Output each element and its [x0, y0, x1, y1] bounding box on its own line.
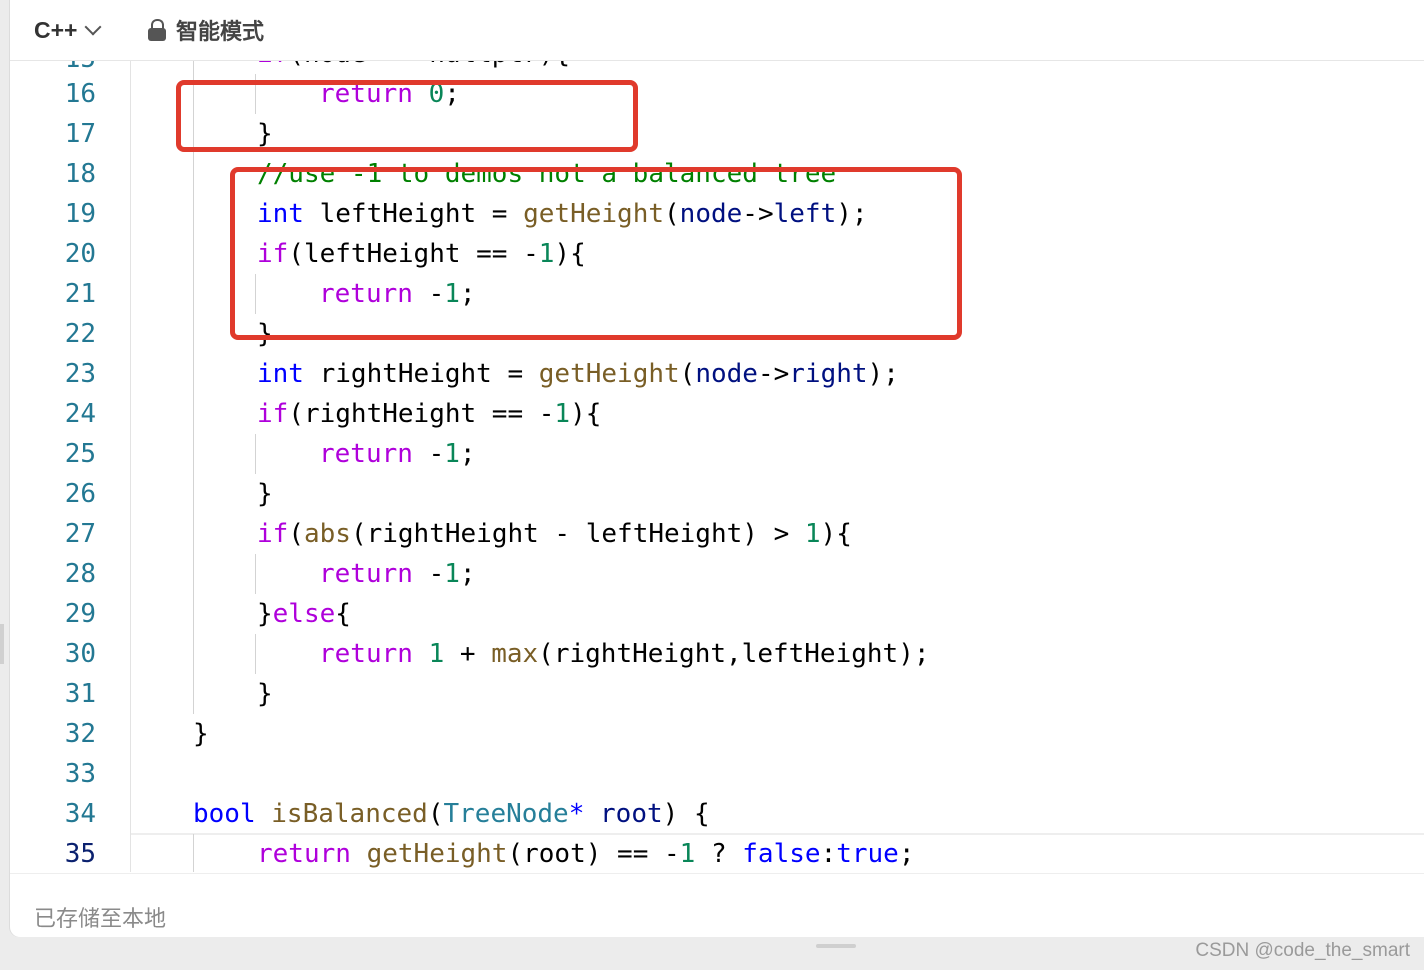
line-number: 22: [64, 319, 96, 349]
line-number: 31: [64, 679, 96, 709]
code-editor[interactable]: 15 16 17 18 19 20 21 22 23 24 25 26 27 2…: [10, 61, 1424, 872]
code-line: }: [193, 719, 209, 749]
left-scroll-indicator[interactable]: [0, 624, 4, 664]
code-line: return -1;: [319, 559, 476, 589]
smart-mode-toggle[interactable]: 智能模式: [148, 14, 264, 46]
code-line: if(abs(rightHeight - leftHeight) > 1){: [257, 519, 852, 549]
mode-label: 智能模式: [176, 20, 265, 45]
line-number: 17: [64, 119, 96, 149]
code-line: }else{: [257, 599, 351, 629]
code-line: }: [257, 479, 273, 509]
line-number: 18: [64, 159, 96, 189]
line-number-active: 35: [64, 839, 96, 869]
annotation-box-return-zero: [176, 80, 638, 152]
resize-handle[interactable]: [816, 944, 856, 948]
language-label: C++: [34, 16, 78, 43]
language-selector[interactable]: C++: [34, 14, 102, 46]
line-number: 23: [64, 359, 96, 389]
line-number: 27: [64, 519, 96, 549]
line-number: 26: [64, 479, 96, 509]
line-number: 16: [64, 79, 96, 109]
code-line: int rightHeight = getHeight(node->right)…: [257, 359, 899, 389]
code-line: }: [257, 679, 273, 709]
code-line-partial: if(node == nullptr){: [257, 61, 570, 74]
indent-guide: [193, 61, 194, 714]
editor-footer: 已存储至本地: [10, 873, 1424, 938]
editor-panel: C++ 智能模式 15 16 17 18 19 20 21 22 23 24 2…: [10, 0, 1424, 937]
line-number: 32: [64, 719, 96, 749]
indent-guide: [255, 434, 256, 474]
line-number: 28: [64, 559, 96, 589]
line-number: 21: [64, 279, 96, 309]
line-number-gutter: 15 16 17 18 19 20 21 22 23 24 25 26 27 2…: [10, 61, 131, 872]
indent-guide: [255, 634, 256, 674]
code-line: if(rightHeight == -1){: [257, 399, 602, 429]
line-number: 25: [64, 439, 96, 469]
code-line: bool isBalanced(TreeNode* root) {: [193, 799, 710, 829]
indent-guide: [255, 554, 256, 594]
indent-guide: [193, 834, 194, 872]
code-line: return 1 + max(rightHeight,leftHeight);: [319, 639, 930, 669]
chevron-down-icon: [84, 18, 102, 36]
editor-header: C++ 智能模式: [10, 0, 1424, 61]
line-number: 33: [64, 759, 96, 789]
line-number: 24: [64, 399, 96, 429]
save-status: 已存储至本地: [34, 907, 167, 932]
code-line: return -1;: [319, 439, 476, 469]
line-number: 19: [64, 199, 96, 229]
watermark: CSDN @code_the_smart: [1195, 940, 1410, 961]
line-number: 20: [64, 239, 96, 269]
line-number: 34: [64, 799, 96, 829]
lock-icon: [148, 19, 166, 41]
line-number: 29: [64, 599, 96, 629]
annotation-box-left-height: [230, 167, 962, 340]
code-line-active: return getHeight(root) == -1 ? false:tru…: [257, 839, 915, 869]
line-number: 30: [64, 639, 96, 669]
